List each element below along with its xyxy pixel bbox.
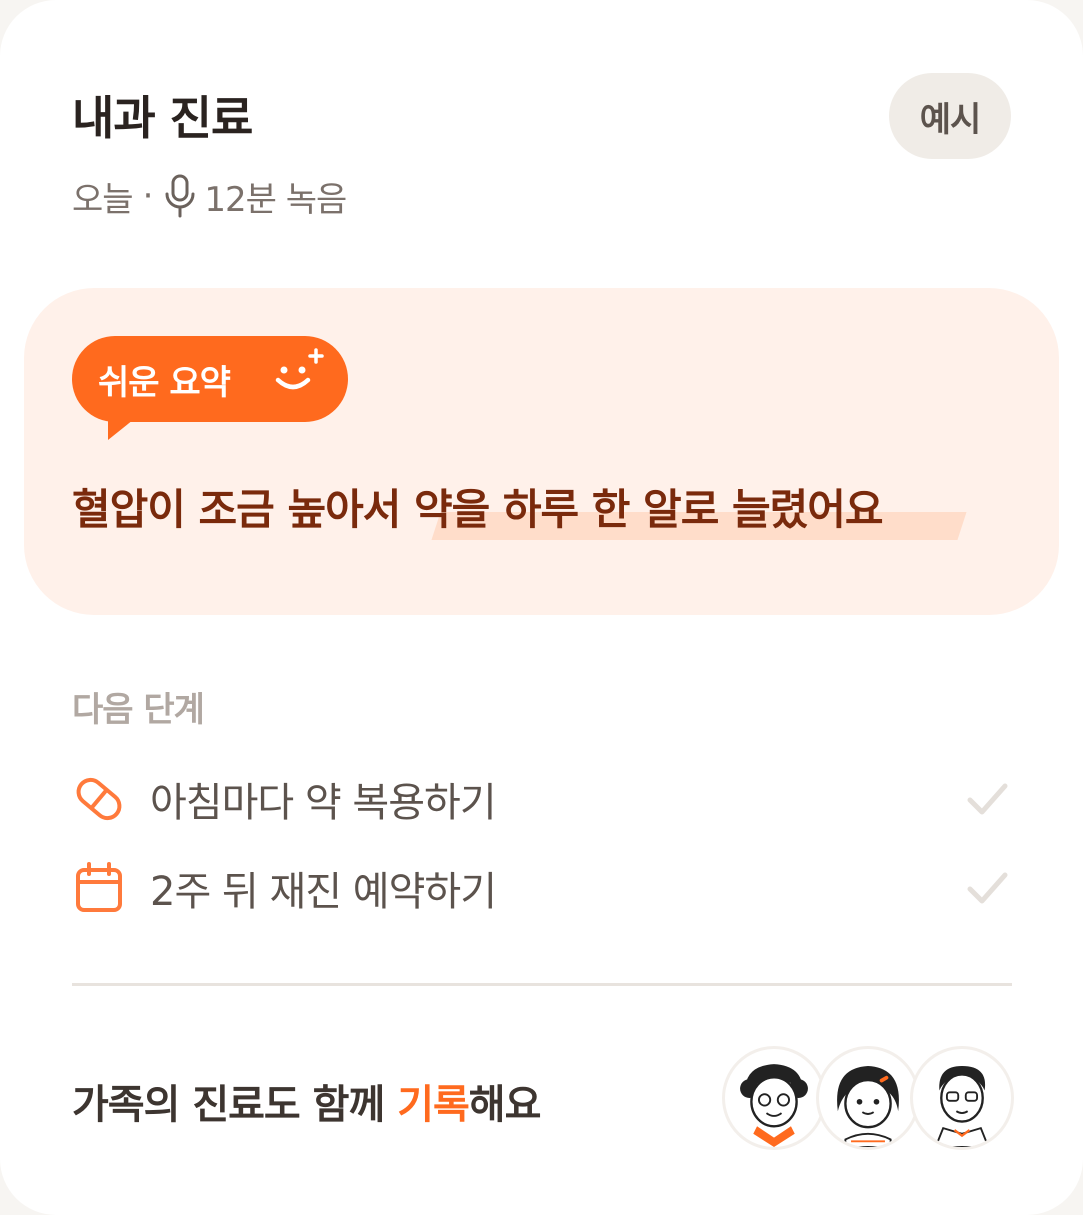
summary-text: 혈압이 조금 높아서 약을 하루 한 알로 늘렸어요 — [72, 485, 884, 534]
meta-duration: 12분 녹음 — [204, 179, 347, 220]
next-step-item[interactable]: 2주 뒤 재진 예약하기 — [72, 853, 1012, 923]
footer-text-accent: 기록 — [397, 1082, 470, 1128]
record-card[interactable]: 내과 진료 예시 오늘 · 12분 녹음 쉬운 요약 혈압이 조금 높아서 약을… — [0, 0, 1083, 1215]
next-steps-label: 다음 단계 — [72, 690, 205, 730]
family-record-prompt[interactable]: 가족의 진료도 함께 기록해요 — [72, 1072, 542, 1130]
grandmother-avatar — [722, 1046, 826, 1150]
mic-icon — [165, 174, 195, 218]
calendar-icon — [76, 862, 122, 912]
meta-separator: · — [142, 176, 154, 216]
recording-meta: 오늘 · 12분 녹음 — [72, 170, 347, 222]
smile-sparkle-icon — [275, 348, 324, 390]
check-icon[interactable] — [962, 863, 1012, 913]
meta-date: 오늘 — [72, 179, 134, 220]
father-avatar — [910, 1046, 1014, 1150]
next-step-label: 아침마다 약 복용하기 — [150, 780, 497, 826]
family-avatars[interactable] — [722, 1046, 1014, 1156]
pill-icon — [76, 777, 122, 821]
easy-summary-label: 쉬운 요약 — [98, 362, 231, 403]
next-step-label: 2주 뒤 재진 예약하기 — [150, 869, 497, 915]
check-icon[interactable] — [962, 774, 1012, 824]
footer-text-before: 가족의 진료도 함께 — [72, 1082, 398, 1128]
example-badge: 예시 — [889, 73, 1011, 159]
next-step-item[interactable]: 아침마다 약 복용하기 — [72, 764, 1012, 834]
divider — [72, 983, 1012, 986]
girl-avatar — [816, 1046, 920, 1150]
page-title: 내과 진료 — [72, 91, 253, 145]
footer-text-after: 해요 — [468, 1082, 542, 1128]
